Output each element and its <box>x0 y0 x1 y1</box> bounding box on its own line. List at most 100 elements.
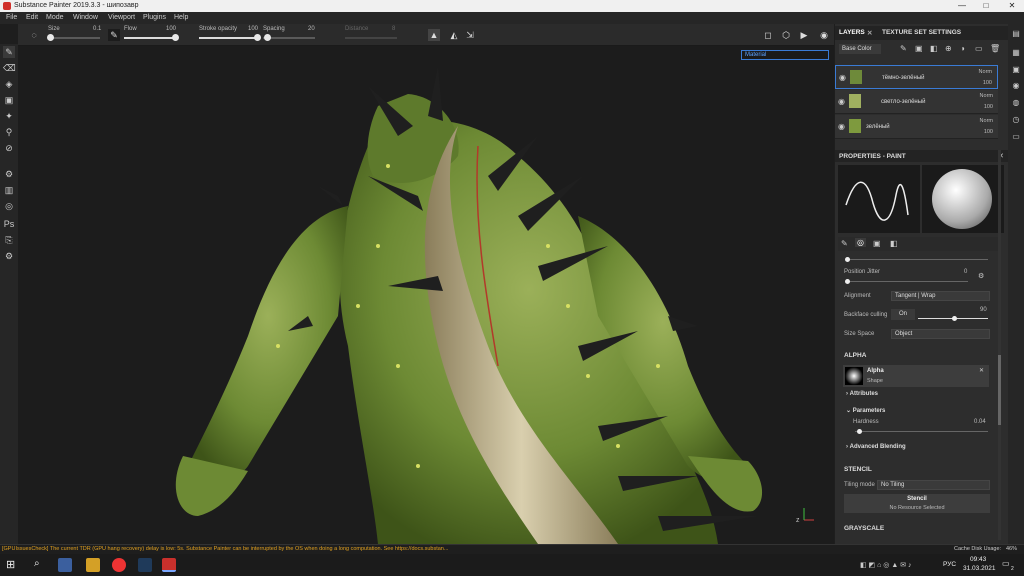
hardness-slider[interactable] <box>855 431 988 432</box>
layers-icon[interactable]: ▤ <box>1011 29 1021 39</box>
alpha-resource[interactable]: Alpha Shape ✕ <box>843 365 989 387</box>
display-settings-icon[interactable]: ◉ <box>1011 81 1021 91</box>
log-icon[interactable]: ▭ <box>1011 132 1021 142</box>
add-effect-icon[interactable]: ✎ <box>900 44 907 53</box>
polygon-fill-icon[interactable]: ▣ <box>3 94 15 106</box>
notifications-icon[interactable]: ▭ <box>1002 559 1010 568</box>
clock-date[interactable]: 31.03.2021 <box>963 565 996 572</box>
alpha-remove-icon[interactable]: ✕ <box>979 367 984 374</box>
visibility-eye-icon[interactable]: ◉ <box>839 73 846 82</box>
spacing-value[interactable]: 20 <box>308 26 315 32</box>
hardness-value[interactable]: 0.04 <box>974 419 986 425</box>
substance-painter-taskbar-icon[interactable] <box>162 558 176 572</box>
video-icon[interactable]: ▶ <box>798 29 810 41</box>
position-jitter-knob[interactable] <box>845 279 850 284</box>
flow-value[interactable]: 100 <box>166 26 176 32</box>
flow-slider-knob[interactable] <box>172 34 179 41</box>
yandex-taskbar-icon[interactable] <box>112 558 126 572</box>
add-fill-layer-icon[interactable]: ◧ <box>930 44 938 53</box>
properties-scrollbar[interactable] <box>998 150 1001 540</box>
menu-plugins[interactable]: Plugins <box>143 14 166 21</box>
paint-brush-icon[interactable]: ✎ <box>3 46 15 58</box>
tab-layers[interactable]: LAYERS <box>839 29 865 36</box>
camera-mode-icon[interactable]: ◻ <box>762 29 774 41</box>
cube-view-icon[interactable]: ⬡ <box>780 29 792 41</box>
3d-viewport[interactable]: z <box>18 46 834 544</box>
explorer-taskbar-icon[interactable] <box>58 558 72 572</box>
shelf-icon[interactable]: ▦ <box>1011 48 1021 58</box>
attributes-expander[interactable]: › Attributes <box>846 391 878 397</box>
visibility-eye-icon[interactable]: ◉ <box>838 122 845 131</box>
settings-icon[interactable]: ⚙ <box>3 168 15 180</box>
size-space-select[interactable]: Object <box>891 329 990 339</box>
distance-slider[interactable] <box>345 37 397 39</box>
angle-slider[interactable] <box>846 259 988 260</box>
brush-settings-icon[interactable]: ◌ <box>28 29 40 41</box>
layer-name[interactable]: светло-зелёный <box>881 99 925 105</box>
menu-help[interactable]: Help <box>174 14 188 21</box>
brush-tab-icon[interactable]: ✎ <box>841 239 848 248</box>
viewer-settings-icon[interactable]: ◍ <box>1011 98 1021 108</box>
hardness-knob[interactable] <box>857 429 862 434</box>
backface-knob[interactable] <box>952 316 957 321</box>
menu-mode[interactable]: Mode <box>46 14 64 21</box>
stroke-opacity-slider[interactable] <box>199 37 259 39</box>
layer-opacity[interactable]: 100 <box>984 104 993 110</box>
search-icon[interactable]: ⌕ <box>34 558 40 569</box>
parameters-expander[interactable]: ⌄ Parameters <box>846 407 885 414</box>
layer-name[interactable]: тёмно-зелёный <box>882 75 925 81</box>
stroke-opacity-value[interactable]: 100 <box>248 26 258 32</box>
menu-viewport[interactable]: Viewport <box>108 14 135 21</box>
projection-icon[interactable]: ◈ <box>3 78 15 90</box>
position-jitter-value[interactable]: 0 <box>964 269 967 275</box>
size-slider-knob[interactable] <box>47 34 54 41</box>
smudge-icon[interactable]: ✦ <box>3 110 15 122</box>
layer-opacity[interactable]: 100 <box>984 129 993 135</box>
layer-row[interactable]: ◉ тёмно-зелёный Norm 100 <box>835 65 998 89</box>
viewport-mode-select[interactable]: Material <box>741 50 829 60</box>
layer-opacity[interactable]: 100 <box>983 80 992 86</box>
random-seed-icon[interactable]: ⚙ <box>978 272 984 280</box>
windows-start-icon[interactable]: ⊞ <box>6 558 15 571</box>
close-button[interactable]: ✕ <box>1000 0 1024 12</box>
eraser-icon[interactable]: ⌫ <box>3 62 16 74</box>
add-mask-icon[interactable]: ▣ <box>915 44 923 53</box>
alpha-tab-icon[interactable]: ▣ <box>873 239 881 248</box>
tray-icons[interactable]: ◧ ◩ ⌂ ◎ ▲ ✉ ♪ <box>860 561 912 569</box>
layer-row[interactable]: ◉ зелёный Norm 100 <box>835 115 998 139</box>
add-layer-icon[interactable]: ⊕ <box>945 44 952 53</box>
layers-toggle-icon[interactable]: ▥ <box>3 184 15 196</box>
symmetry-icon[interactable]: ▲ <box>428 29 440 41</box>
distance-value[interactable]: 8 <box>392 26 395 32</box>
bake-icon[interactable]: ◎ <box>3 200 15 212</box>
menu-edit[interactable]: Edit <box>26 14 38 21</box>
spacing-slider-knob[interactable] <box>264 34 271 41</box>
material-tab-icon[interactable]: ◎ <box>855 238 866 247</box>
stencil-button[interactable]: Stencil No Resource Selected <box>844 494 990 513</box>
layer-blend-mode[interactable]: Norm <box>979 69 992 75</box>
angle-slider-knob[interactable] <box>845 257 850 262</box>
folder-taskbar-icon[interactable] <box>86 558 100 572</box>
folder-icon[interactable]: ▭ <box>975 44 983 53</box>
tiling-mode-select[interactable]: No Tiling <box>877 480 990 490</box>
screenshot-icon[interactable]: ◉ <box>818 29 830 41</box>
stroke-opacity-knob[interactable] <box>254 34 261 41</box>
alignment-select[interactable]: Tangent | Wrap <box>891 291 990 301</box>
channel-select[interactable]: Base Color <box>839 44 881 54</box>
add-group-icon[interactable]: ◑ <box>960 44 965 53</box>
pen-pressure-icon[interactable]: ✎ <box>108 29 120 41</box>
tab-texture-set-settings[interactable]: TEXTURE SET SETTINGS <box>882 29 961 36</box>
physical-paint-icon[interactable]: ⇲ <box>464 29 476 41</box>
export-icon[interactable]: ⎘ <box>3 234 15 246</box>
backface-toggle[interactable]: On <box>891 309 915 320</box>
layer-row[interactable]: ◉ светло-зелёный Norm 100 <box>835 90 998 114</box>
app-taskbar-icon[interactable] <box>138 558 152 572</box>
stencil-tab-icon[interactable]: ◧ <box>890 239 898 248</box>
tab-layers-close-icon[interactable]: ✕ <box>867 29 872 37</box>
size-value[interactable]: 0.1 <box>93 26 101 32</box>
backface-value[interactable]: 90 <box>980 307 987 313</box>
layer-blend-mode[interactable]: Norm <box>980 93 993 99</box>
clone-icon[interactable]: ⚲ <box>3 126 15 138</box>
picker-icon[interactable]: ⊘ <box>3 142 15 154</box>
layer-blend-mode[interactable]: Norm <box>980 118 993 124</box>
